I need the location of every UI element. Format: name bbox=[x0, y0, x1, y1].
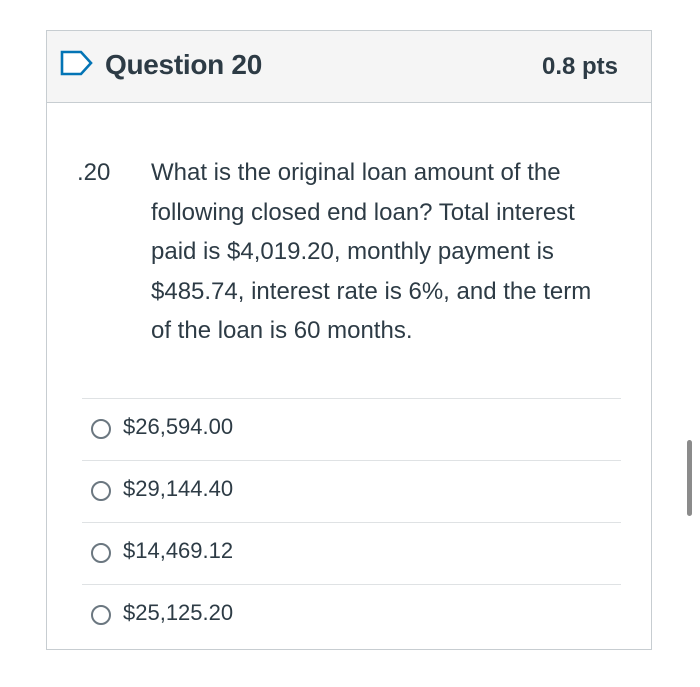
question-title: Question 20 bbox=[105, 49, 262, 80]
answer-option[interactable]: $26,594.00 bbox=[82, 398, 621, 460]
scrollbar-thumb[interactable] bbox=[687, 440, 692, 516]
answer-list: $26,594.00 $29,144.40 $14,469.12 $25,125… bbox=[82, 398, 621, 646]
radio-button-icon[interactable] bbox=[91, 605, 111, 625]
answer-option[interactable]: $14,469.12 bbox=[82, 522, 621, 584]
answer-label[interactable]: $26,594.00 bbox=[123, 414, 233, 440]
answer-label[interactable]: $14,469.12 bbox=[123, 538, 233, 564]
radio-button-icon[interactable] bbox=[91, 481, 111, 501]
answer-option[interactable]: $25,125.20 bbox=[82, 584, 621, 646]
answer-option[interactable]: $29,144.40 bbox=[82, 460, 621, 522]
flag-question-icon[interactable] bbox=[60, 50, 94, 76]
question-points: 0.8 pts bbox=[541, 53, 618, 80]
question-card: Question 20 0.8 pts 20. What is the orig… bbox=[46, 30, 652, 650]
question-text-block: 20. What is the original loan amount of … bbox=[77, 153, 617, 351]
question-number: 20. bbox=[77, 159, 111, 186]
question-body: What is the original loan amount of the … bbox=[151, 159, 592, 344]
radio-button-icon[interactable] bbox=[91, 543, 111, 563]
radio-button-icon[interactable] bbox=[91, 419, 111, 439]
question-header: Question 20 0.8 pts bbox=[47, 31, 651, 103]
answer-label[interactable]: $29,144.40 bbox=[123, 476, 233, 502]
answer-label[interactable]: $25,125.20 bbox=[123, 600, 233, 626]
